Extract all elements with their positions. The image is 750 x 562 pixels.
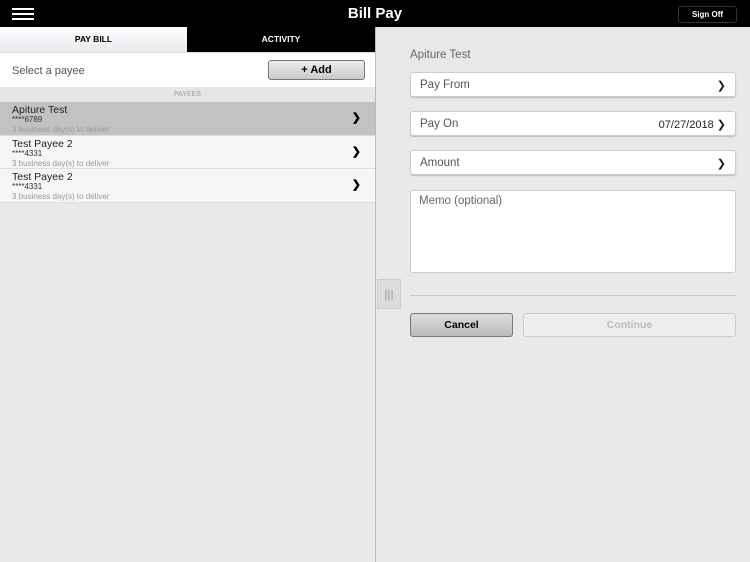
pay-on-label: Pay On	[420, 118, 459, 130]
payee-account: ****4331	[12, 148, 43, 158]
page-title: Bill Pay	[347, 5, 403, 22]
split-drag-handle[interactable]: |||	[377, 279, 401, 309]
payee-account: ****6789	[12, 115, 43, 124]
payee-delivery: 3 business day(s) to deliver	[12, 125, 110, 134]
payee-panel: PAY BILL ACTIVITY Select a payee + Add P…	[0, 27, 376, 562]
sign-off-button[interactable]: Sign Off	[678, 6, 737, 23]
chevron-right-icon: ❯	[716, 119, 726, 131]
chevron-right-icon: ❯	[351, 179, 361, 191]
add-payee-button[interactable]: + Add	[268, 60, 365, 80]
chevron-right-icon: ❯	[351, 145, 361, 158]
memo-input[interactable]: Memo (optional)	[410, 190, 736, 273]
payee-account: ****4331	[12, 182, 43, 191]
chevron-right-icon: ❯	[351, 112, 361, 124]
selected-payee-name: Apiture Test	[410, 49, 471, 61]
chevron-right-icon: ❯	[716, 158, 726, 170]
payee-delivery: 3 business day(s) to deliver	[12, 192, 110, 201]
payee-row[interactable]: Test Payee 2 ****4331 3 business day(s) …	[0, 169, 375, 203]
cancel-button[interactable]: Cancel	[410, 313, 513, 337]
pay-from-label: Pay From	[420, 79, 470, 91]
payee-row[interactable]: Apiture Test ****6789 3 business day(s) …	[0, 102, 375, 136]
select-payee-label: Select a payee	[12, 65, 85, 77]
payee-delivery: 3 business day(s) to deliver	[12, 158, 110, 168]
pay-on-field[interactable]: Pay On 07/27/2018 ❯	[410, 111, 736, 136]
amount-field[interactable]: Amount ❯	[410, 150, 736, 175]
top-bar: Bill Pay Sign Off	[0, 0, 750, 27]
tab-pay-bill[interactable]: PAY BILL	[0, 27, 187, 52]
continue-button[interactable]: Continue	[523, 313, 736, 337]
chevron-right-icon: ❯	[716, 80, 726, 92]
divider	[410, 295, 736, 296]
tab-activity[interactable]: ACTIVITY	[187, 27, 375, 52]
payees-header: PAYEES	[0, 87, 375, 102]
pay-on-date: 07/27/2018	[658, 119, 714, 131]
pay-from-field[interactable]: Pay From ❯	[410, 72, 736, 97]
payee-row[interactable]: Test Payee 2 ****4331 3 business day(s) …	[0, 135, 375, 169]
amount-label: Amount	[420, 157, 460, 169]
